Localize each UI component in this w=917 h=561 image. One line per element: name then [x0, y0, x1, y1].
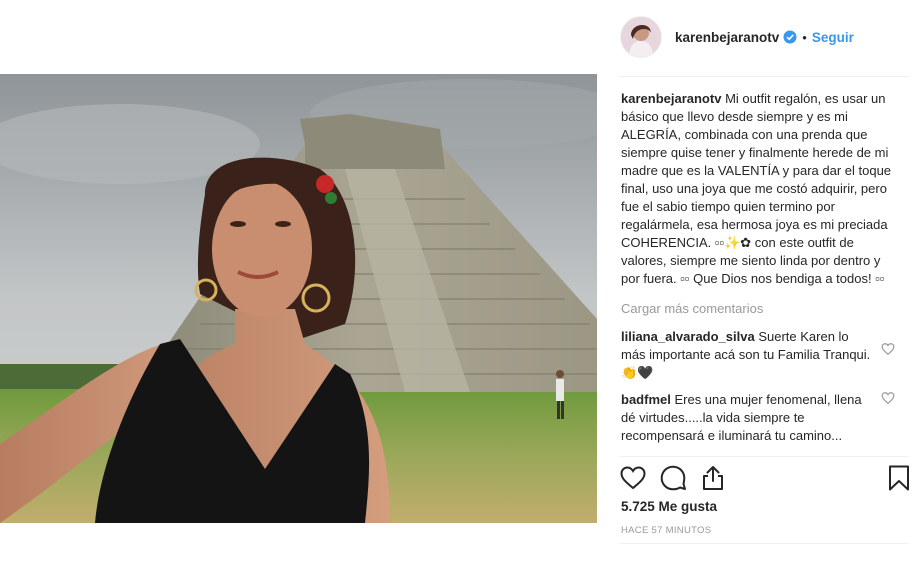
caption-text: Mi outfit regalón, es usar un básico que…: [621, 91, 895, 286]
bottom-divider: [620, 543, 908, 544]
caption-username[interactable]: karenbejaranotv: [621, 91, 721, 106]
likes-count[interactable]: 5.725 Me gusta: [621, 499, 717, 514]
action-bar: [619, 464, 911, 494]
caption: karenbejaranotv Mi outfit regalón, es us…: [621, 90, 893, 288]
post-photo[interactable]: [0, 74, 597, 523]
bookmark-icon[interactable]: [885, 464, 913, 492]
comment-like-heart-icon[interactable]: [881, 391, 895, 405]
load-more-comments-button[interactable]: Cargar más comentarios: [621, 300, 893, 318]
comment-item: badfmel Eres una mujer fenomenal, llena …: [621, 391, 895, 445]
header-separator: •: [802, 29, 807, 45]
post-header: karenbejaranotv • Seguir: [620, 14, 910, 60]
comment-item: liliana_alvarado_silva Suerte Karen lo m…: [621, 328, 895, 382]
header-username[interactable]: karenbejaranotv: [675, 30, 779, 45]
comment-username[interactable]: badfmel: [621, 392, 671, 407]
follow-button[interactable]: Seguir: [812, 30, 854, 45]
comments-section: karenbejaranotv Mi outfit regalón, es us…: [621, 90, 895, 454]
comment-icon[interactable]: [659, 464, 687, 492]
post-timestamp[interactable]: HACE 57 MINUTOS: [621, 525, 711, 536]
heart-icon[interactable]: [619, 464, 647, 492]
actions-divider: [620, 456, 908, 457]
header-divider: [620, 76, 908, 77]
verified-badge-icon: [783, 30, 797, 44]
avatar-image: [621, 17, 661, 57]
comment-like-heart-icon[interactable]: [881, 342, 895, 356]
photo-illustration: [0, 74, 597, 523]
avatar[interactable]: [620, 16, 662, 58]
share-icon[interactable]: [699, 464, 727, 492]
comment-username[interactable]: liliana_alvarado_silva: [621, 329, 755, 344]
